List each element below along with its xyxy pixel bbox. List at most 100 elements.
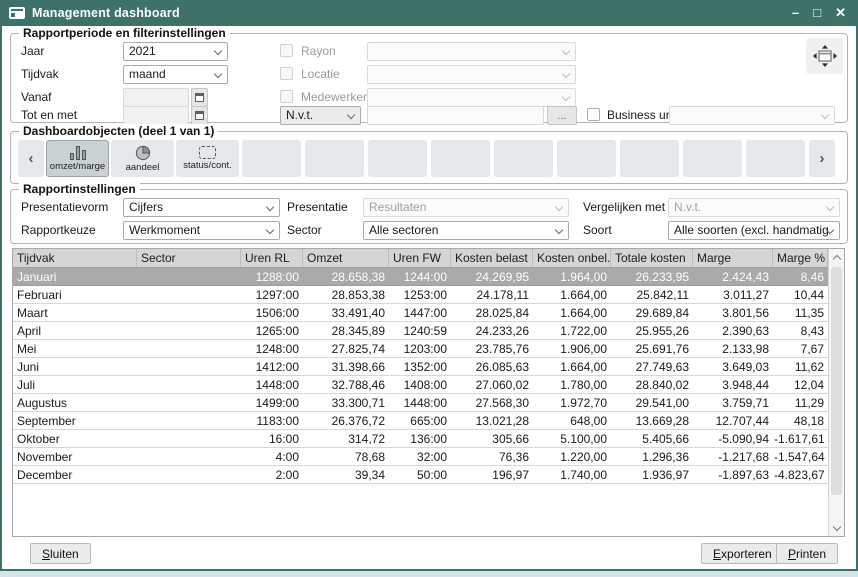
table-cell: 33.491,40 (303, 304, 389, 321)
scrollbar-down-button[interactable] (829, 520, 844, 536)
table-row[interactable]: September1183:0026.376,72665:0013.021,28… (13, 412, 844, 430)
title-bar[interactable]: Management dashboard – □ ✕ (0, 0, 858, 26)
nvt-value: N.v.t. (286, 108, 313, 122)
table-body: Januari1288:0028.658,381244:0024.269,951… (13, 268, 844, 484)
table-cell: 25.842,11 (611, 286, 693, 303)
scroll-left-button[interactable]: ‹ (18, 140, 44, 177)
table-cell: -1.617,61 (773, 430, 828, 447)
exporteren-button[interactable]: Exporteren (701, 543, 784, 564)
aandeel-button[interactable]: aandeel (111, 140, 174, 177)
rayon-label: Rayon (301, 42, 336, 61)
table-cell: 24.178,11 (451, 286, 533, 303)
locatie-checkbox[interactable] (280, 67, 293, 80)
table-row[interactable]: Oktober16:00314,72136:00305,665.100,005.… (13, 430, 844, 448)
close-icon[interactable]: ✕ (835, 5, 846, 21)
vertical-scrollbar[interactable] (828, 249, 844, 536)
rayon-checkbox[interactable] (280, 44, 293, 57)
rapportkeuze-select[interactable]: Werkmoment (123, 221, 280, 240)
table-row[interactable]: April1265:0028.345,891240:5924.233,261.7… (13, 322, 844, 340)
chevron-down-icon (214, 47, 222, 55)
column-header[interactable]: Uren FW (389, 249, 451, 267)
business-unit-select[interactable] (669, 106, 835, 125)
table-row[interactable]: November4:0078,6832:0076,361.220,001.296… (13, 448, 844, 466)
table-cell: 1.664,00 (533, 286, 611, 303)
soort-label: Soort (583, 221, 612, 240)
table-cell: 314,72 (303, 430, 389, 447)
table-row[interactable]: Augustus1499:0033.300,711448:0027.568,30… (13, 394, 844, 412)
tot-en-met-calendar-button[interactable] (191, 106, 208, 125)
column-header[interactable]: Sector (137, 249, 241, 267)
maximize-button[interactable]: □ (813, 5, 821, 21)
locatie-select[interactable] (367, 65, 576, 84)
scroll-right-button[interactable]: › (809, 140, 835, 177)
scrollbar-thumb[interactable] (831, 267, 842, 495)
table-cell: 1248:00 (241, 340, 303, 357)
window-shadow (0, 571, 858, 577)
column-header[interactable]: Marge % (773, 249, 828, 267)
resize-window-button[interactable] (806, 38, 843, 74)
filter-value-input[interactable] (367, 106, 544, 125)
sector-select[interactable]: Alle sectoren (363, 221, 569, 240)
soort-select[interactable]: Alle soorten (excl. handmatig (668, 221, 840, 240)
vergelijken-met-value: N.v.t. (674, 200, 701, 214)
presentatie-select[interactable]: Resultaten (363, 198, 569, 217)
table-cell: 3.011,27 (693, 286, 773, 303)
locatie-label: Locatie (301, 65, 340, 84)
table-row[interactable]: Juli1448:0032.788,461408:0027.060,021.78… (13, 376, 844, 394)
vanaf-input[interactable] (123, 88, 189, 107)
table-row[interactable]: Mei1248:0027.825,741203:0023.785,761.906… (13, 340, 844, 358)
business-unit-checkbox[interactable] (587, 108, 600, 121)
table-cell: 3.759,71 (693, 394, 773, 411)
minimize-button[interactable]: – (792, 5, 799, 21)
table-row[interactable]: Januari1288:0028.658,381244:0024.269,951… (13, 268, 844, 286)
table-cell: 33.300,71 (303, 394, 389, 411)
table-row[interactable]: Maart1506:0033.491,401447:0028.025,841.6… (13, 304, 844, 322)
medewerker-select[interactable] (367, 88, 576, 107)
report-settings-group: Rapportinstellingen Presentatievorm Cijf… (10, 189, 848, 244)
browse-button[interactable]: ... (547, 106, 577, 125)
nvt-select[interactable]: N.v.t. (280, 106, 361, 125)
table-cell: 1448:00 (241, 376, 303, 393)
table-cell: 1244:00 (389, 268, 451, 285)
column-header[interactable]: Kosten belast (451, 249, 533, 267)
chevron-down-icon (832, 522, 840, 530)
vanaf-calendar-button[interactable] (191, 88, 208, 107)
empty-object-slot (368, 140, 427, 177)
chevron-down-icon (555, 226, 563, 234)
column-header[interactable]: Tijdvak (13, 249, 137, 267)
table-cell: 32.788,46 (303, 376, 389, 393)
column-header[interactable]: Omzet (303, 249, 389, 267)
empty-object-slot (557, 140, 616, 177)
tot-en-met-input[interactable] (123, 106, 189, 125)
status-cont-button[interactable]: status/cont. (176, 140, 239, 177)
medewerker-checkbox[interactable] (280, 90, 293, 103)
table-cell: -4.823,67 (773, 466, 828, 483)
table-cell: 1265:00 (241, 322, 303, 339)
omzet-marge-button[interactable]: omzet/marge (46, 140, 109, 177)
tijdvak-select[interactable]: maand (123, 65, 228, 84)
scrollbar-up-button[interactable] (829, 249, 844, 265)
table-cell: 26.376,72 (303, 412, 389, 429)
printen-button[interactable]: Printen (776, 543, 838, 564)
column-header[interactable]: Uren RL (241, 249, 303, 267)
table-cell: 78,68 (303, 448, 389, 465)
table-cell: 1448:00 (389, 394, 451, 411)
table-row[interactable]: Februari1297:0028.853,381253:0024.178,11… (13, 286, 844, 304)
table-cell: 2.424,43 (693, 268, 773, 285)
column-header[interactable]: Marge (693, 249, 773, 267)
table-cell: 27.825,74 (303, 340, 389, 357)
column-header[interactable]: Kosten onbel. (533, 249, 611, 267)
table-cell: 27.568,30 (451, 394, 533, 411)
table-cell: 2.390,63 (693, 322, 773, 339)
chevron-down-icon (562, 93, 570, 101)
table-row[interactable]: December2:0039,3450:00196,971.740,001.93… (13, 466, 844, 484)
jaar-select[interactable]: 2021 (123, 42, 228, 61)
presentatievorm-select[interactable]: Cijfers (123, 198, 280, 217)
sector-value: Alle sectoren (369, 223, 438, 237)
table-cell: 16:00 (241, 430, 303, 447)
sluiten-button[interactable]: Sluiten (30, 543, 91, 564)
column-header[interactable]: Totale kosten (611, 249, 693, 267)
rayon-select[interactable] (367, 42, 576, 61)
table-row[interactable]: Juni1412:0031.398,661352:0026.085,631.66… (13, 358, 844, 376)
vergelijken-met-select[interactable]: N.v.t. (668, 198, 840, 217)
